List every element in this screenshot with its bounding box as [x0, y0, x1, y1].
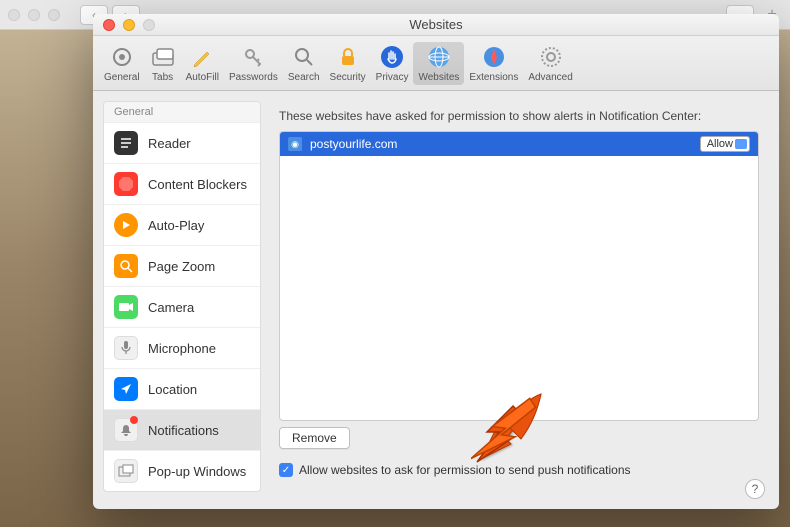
sidebar-item-notifications[interactable]: Notifications — [104, 409, 260, 450]
sidebar-item-content-blockers[interactable]: Content Blockers — [104, 163, 260, 204]
sidebar-item-label: Content Blockers — [148, 177, 247, 192]
tab-passwords[interactable]: Passwords — [224, 42, 283, 85]
key-icon — [240, 44, 266, 70]
play-icon — [114, 213, 138, 237]
outer-maximize-icon[interactable] — [48, 9, 60, 21]
reader-icon — [114, 131, 138, 155]
sidebar-item-label: Reader — [148, 136, 191, 151]
favicon-icon: ◉ — [288, 137, 302, 151]
tab-privacy[interactable]: Privacy — [371, 42, 414, 85]
checkbox-label: Allow websites to ask for permission to … — [299, 463, 631, 477]
toolbar: General Tabs AutoFill Passwords Search S… — [93, 36, 779, 91]
tab-security[interactable]: Security — [325, 42, 371, 85]
gear-icon — [109, 44, 135, 70]
sidebar-item-location[interactable]: Location — [104, 368, 260, 409]
tab-websites[interactable]: Websites — [413, 42, 464, 85]
outer-minimize-icon[interactable] — [28, 9, 40, 21]
tab-tabs[interactable]: Tabs — [145, 42, 181, 85]
website-domain: postyourlife.com — [310, 137, 397, 151]
sidebar-header: General — [104, 102, 260, 122]
minimize-icon[interactable] — [123, 19, 135, 31]
outer-traffic-lights — [8, 9, 60, 21]
checkbox-icon[interactable]: ✓ — [279, 463, 293, 477]
hand-icon — [379, 44, 405, 70]
sidebar-item-reader[interactable]: Reader — [104, 122, 260, 163]
sidebar-item-microphone[interactable]: Microphone — [104, 327, 260, 368]
preferences-window: Websites General Tabs AutoFill Passwords… — [93, 14, 779, 509]
sidebar-item-label: Microphone — [148, 341, 216, 356]
permission-select[interactable]: Allow — [700, 136, 750, 152]
remove-button[interactable]: Remove — [279, 427, 350, 449]
sidebar-item-label: Camera — [148, 300, 194, 315]
sidebar: General Reader Content Blockers Auto-Pla… — [93, 91, 271, 509]
tab-extensions[interactable]: Extensions — [464, 42, 523, 85]
popup-icon — [114, 459, 138, 483]
help-button[interactable]: ? — [745, 479, 765, 499]
globe-icon — [426, 44, 452, 70]
lock-icon — [335, 44, 361, 70]
cog-icon — [538, 44, 564, 70]
tab-general[interactable]: General — [99, 42, 145, 85]
sidebar-item-label: Location — [148, 382, 197, 397]
window-title: Websites — [93, 17, 779, 32]
zoom-icon — [114, 254, 138, 278]
compass-icon — [481, 44, 507, 70]
main-panel: These websites have asked for permission… — [271, 91, 779, 509]
stop-icon — [114, 172, 138, 196]
sidebar-item-label: Pop-up Windows — [148, 464, 246, 479]
location-icon — [114, 377, 138, 401]
website-row[interactable]: ◉ postyourlife.com Allow — [280, 132, 758, 156]
maximize-icon[interactable] — [143, 19, 155, 31]
description-text: These websites have asked for permission… — [279, 109, 759, 123]
tab-autofill[interactable]: AutoFill — [181, 42, 224, 85]
sidebar-item-camera[interactable]: Camera — [104, 286, 260, 327]
sidebar-item-label: Notifications — [148, 423, 219, 438]
mic-icon — [114, 336, 138, 360]
tab-advanced[interactable]: Advanced — [523, 42, 577, 85]
sidebar-item-auto-play[interactable]: Auto-Play — [104, 204, 260, 245]
tabs-icon — [150, 44, 176, 70]
checkbox-row[interactable]: ✓ Allow websites to ask for permission t… — [279, 463, 759, 477]
website-list[interactable]: ◉ postyourlife.com Allow — [279, 131, 759, 421]
sidebar-item-page-zoom[interactable]: Page Zoom — [104, 245, 260, 286]
sidebar-item-label: Page Zoom — [148, 259, 215, 274]
search-icon — [291, 44, 317, 70]
pencil-icon — [189, 44, 215, 70]
outer-close-icon[interactable] — [8, 9, 20, 21]
tab-search[interactable]: Search — [283, 42, 325, 85]
camera-icon — [114, 295, 138, 319]
sidebar-item-label: Auto-Play — [148, 218, 204, 233]
sidebar-item-popup-windows[interactable]: Pop-up Windows — [104, 450, 260, 491]
badge-icon — [130, 416, 138, 424]
close-icon[interactable] — [103, 19, 115, 31]
titlebar: Websites — [93, 14, 779, 36]
